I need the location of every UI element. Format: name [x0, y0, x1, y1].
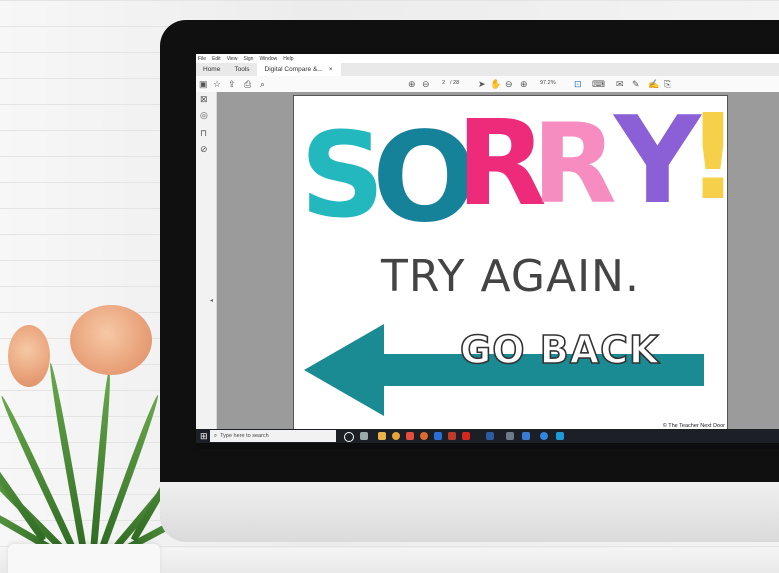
create-icon[interactable]: ▣ — [199, 78, 208, 90]
sorry-headline: S O R R Y ! — [294, 88, 740, 250]
lock-icon[interactable]: ⊠ — [200, 94, 208, 105]
go-back-button[interactable]: GO BACK — [459, 327, 659, 373]
menu-window[interactable]: Window — [259, 56, 277, 62]
mail-icon[interactable] — [522, 432, 530, 440]
acrobat-icon[interactable] — [462, 432, 470, 440]
taskbar-search-input[interactable]: ⌕ Type here to search — [210, 430, 336, 442]
menu-help[interactable]: Help — [283, 56, 293, 62]
edge-icon[interactable] — [540, 432, 548, 440]
page-total: / 28 — [450, 80, 460, 86]
tab-document[interactable]: Digital Compare &... × — [256, 63, 341, 76]
cloud-upload-icon[interactable]: ⇪ — [228, 78, 236, 90]
word-icon[interactable] — [434, 432, 442, 440]
zoom-in-icon[interactable]: ⊕ — [520, 78, 528, 90]
hand-tool-icon[interactable]: ✋ — [490, 78, 501, 90]
zoom-out-icon[interactable]: ⊖ — [505, 78, 513, 90]
screen-bottom-edge — [196, 443, 779, 449]
select-cursor-icon[interactable]: ➤ — [478, 78, 486, 90]
next-page-icon[interactable]: ⊖ — [422, 78, 430, 90]
menu-edit[interactable]: Edit — [212, 56, 221, 62]
search-icon: ⌕ — [214, 432, 218, 439]
search-icon[interactable]: ⌕ — [260, 78, 265, 90]
menu-file[interactable]: File — [198, 56, 206, 62]
document-area: S O R R Y ! TRY AGAIN. GO BACK © The Tea… — [217, 88, 779, 431]
tab-home[interactable]: Home — [196, 66, 227, 73]
zoom-level[interactable]: 97.2% — [540, 80, 556, 86]
try-again-text: TRY AGAIN. — [381, 251, 640, 302]
photoshop-icon[interactable] — [486, 432, 494, 440]
store-icon[interactable] — [556, 432, 564, 440]
office-icon[interactable] — [406, 432, 414, 440]
monitor-chin — [160, 482, 779, 542]
tab-bar: Home Tools Digital Compare &... × — [196, 63, 779, 76]
chrome-icon[interactable] — [392, 432, 400, 440]
page-number-input[interactable]: 2 — [442, 80, 445, 86]
previous-page-icon[interactable]: ⊕ — [408, 78, 416, 90]
menu-bar: File Edit View Sign Window Help — [196, 54, 779, 63]
firefox-icon[interactable] — [420, 432, 428, 440]
windows-start-icon[interactable]: ⊞ — [200, 431, 208, 442]
headline-letter: ! — [686, 88, 740, 226]
pdf-page: S O R R Y ! TRY AGAIN. GO BACK © The Tea… — [293, 88, 740, 431]
plant-pot — [8, 544, 160, 573]
task-view-icon[interactable] — [360, 432, 368, 440]
attachments-icon[interactable]: ◎ — [200, 110, 208, 121]
cortana-icon[interactable] — [344, 432, 354, 442]
comment-icon[interactable]: ✉ — [616, 78, 624, 90]
windows-taskbar: ⊞ ⌕ Type here to search — [196, 429, 779, 443]
sign-icon[interactable]: ✍ — [648, 78, 659, 90]
monitor-screen: File Edit View Sign Window Help Home Too… — [196, 54, 779, 449]
bookmarks-icon[interactable]: ⊓ — [200, 128, 207, 139]
menu-sign[interactable]: Sign — [243, 56, 253, 62]
bookmark-star-icon[interactable]: ☆ — [213, 78, 221, 90]
file-explorer-icon[interactable] — [378, 432, 386, 440]
fill-sign-icon[interactable]: ⎘ — [664, 78, 671, 90]
paperclip-icon[interactable]: ⊘ — [200, 144, 208, 155]
powerpoint-icon[interactable] — [448, 432, 456, 440]
highlight-pen-icon[interactable]: ✎ — [632, 78, 640, 90]
tab-tools[interactable]: Tools — [227, 66, 256, 73]
tab-document-label: Digital Compare &... — [264, 66, 323, 73]
app-icon[interactable] — [506, 432, 514, 440]
collapse-panel-icon[interactable]: ◂ — [210, 297, 213, 304]
close-tab-icon[interactable]: × — [323, 66, 333, 73]
navigation-pane: ⊠ ◎ ⊓ ⊘ ◂ — [196, 92, 217, 429]
print-icon[interactable]: ⎙ — [244, 78, 251, 90]
search-placeholder: Type here to search — [220, 433, 269, 439]
menu-view[interactable]: View — [227, 56, 238, 62]
headline-letter: R — [532, 100, 617, 228]
read-mode-icon[interactable]: ⌨ — [592, 78, 605, 90]
page-fit-icon[interactable]: ⊡ — [574, 78, 582, 90]
